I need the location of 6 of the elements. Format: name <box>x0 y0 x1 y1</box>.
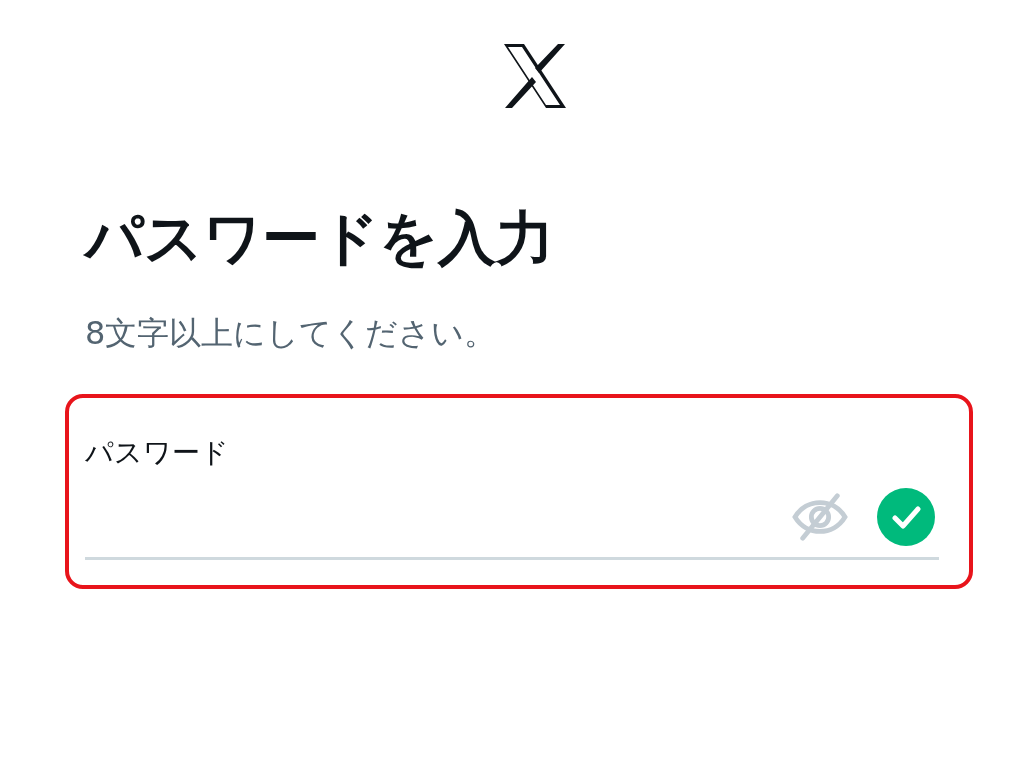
password-field[interactable]: パスワード <box>85 433 939 560</box>
field-label: パスワード <box>85 434 229 471</box>
page-heading: パスワードを入力 <box>85 204 555 274</box>
logo-icon <box>501 44 568 108</box>
subtitle: 8文字以上にしてください。 <box>85 312 498 354</box>
eye-slash-icon[interactable] <box>791 491 849 542</box>
